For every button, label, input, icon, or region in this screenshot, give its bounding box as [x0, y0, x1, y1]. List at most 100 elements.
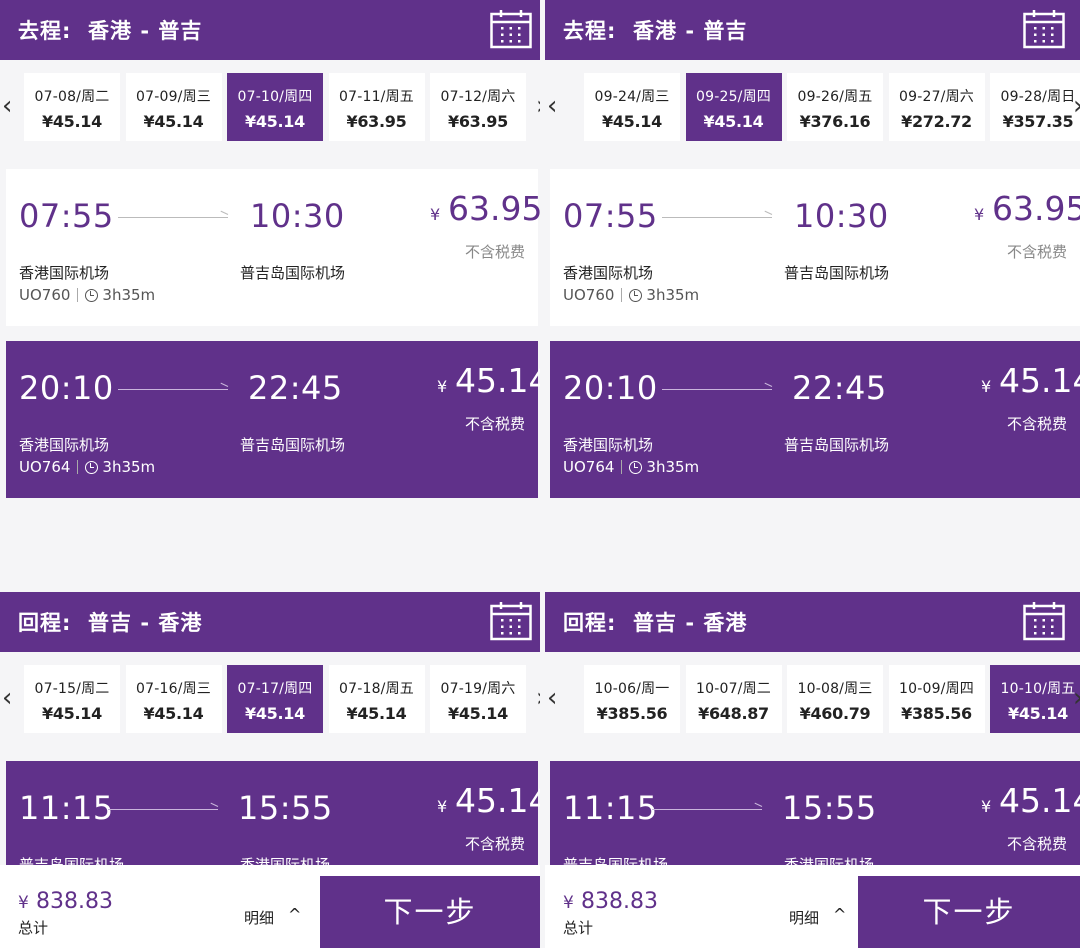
clock-icon	[629, 288, 643, 302]
calendar-icon[interactable]	[1023, 601, 1065, 641]
flight-number: UO764	[19, 458, 71, 476]
date-option[interactable]: 07-19/周六 ¥45.14	[430, 665, 526, 733]
date-option[interactable]: 10-10/周五 ¥45.14	[990, 665, 1080, 733]
date-option[interactable]: 10-07/周二 ¥648.87	[685, 665, 782, 733]
arrival-time: 22:45	[792, 369, 887, 407]
date-label: 07-12/周六	[440, 89, 516, 105]
chevron-right-icon[interactable]: ›	[536, 91, 540, 121]
date-option[interactable]: 07-17/周四 ¥45.14	[227, 665, 323, 733]
flight-card[interactable]: 20:10 22:45 ¥45.14 不含税费香港国际机场 普吉岛国际机场 UO764 3h…	[550, 341, 1080, 498]
calendar-icon[interactable]	[490, 9, 532, 49]
date-label: 09-26/周五	[797, 89, 873, 105]
date-option[interactable]: 10-09/周四 ¥385.56	[888, 665, 985, 733]
chevron-left-icon[interactable]: ‹	[547, 91, 563, 121]
details-toggle[interactable]: 明细	[789, 907, 819, 928]
flight-meta: UO760 3h35m	[563, 286, 699, 304]
outbound-header: 去程: 香港 - 普吉	[0, 0, 540, 60]
date-option[interactable]: 07-15/周二 ¥45.14	[24, 665, 120, 733]
arrival-airport: 普吉岛国际机场	[784, 436, 890, 454]
arrival-time: 10:30	[794, 197, 889, 235]
date-option[interactable]: 09-24/周三 ¥45.14	[584, 73, 680, 141]
date-option[interactable]: 07-16/周三 ¥45.14	[125, 665, 222, 733]
arrival-time: 15:55	[238, 789, 333, 827]
currency-symbol: ¥	[981, 797, 992, 816]
flight-card[interactable]: 07:55 10:30 ¥63.95 不含税费 香港国际机场 普吉岛国际机场 UO760 3h…	[6, 169, 540, 326]
chevron-right-icon[interactable]: ›	[1073, 683, 1080, 713]
date-option[interactable]: 09-26/周五 ¥376.16	[787, 73, 883, 141]
flight-arrow	[652, 809, 762, 810]
date-price: ¥385.56	[596, 704, 668, 723]
chevron-left-icon[interactable]: ‹	[2, 683, 18, 713]
date-option[interactable]: 09-28/周日 ¥357.35	[990, 73, 1080, 141]
arrival-time: 22:45	[248, 369, 343, 407]
flight-number: UO760	[563, 286, 615, 304]
chevron-right-icon[interactable]: ›	[1073, 91, 1080, 121]
tax-note: 不含税费	[465, 415, 526, 433]
departure-time: 20:10	[19, 369, 114, 407]
inbound-title: 回程: 普吉 - 香港	[18, 607, 202, 637]
outbound-title: 去程: 香港 - 普吉	[18, 15, 202, 45]
date-label: 09-24/周三	[594, 89, 670, 105]
inbound-title: 回程: 普吉 - 香港	[563, 607, 747, 637]
date-price: ¥45.14	[703, 112, 764, 131]
departure-time: 07:55	[563, 197, 658, 235]
date-price: ¥376.16	[799, 112, 871, 131]
inbound-header: 回程: 普吉 - 香港	[545, 592, 1080, 652]
arrival-airport: 普吉岛国际机场	[784, 264, 890, 282]
date-option[interactable]: 09-27/周六 ¥272.72	[888, 73, 985, 141]
departure-airport: 香港国际机场	[563, 436, 654, 454]
date-price: ¥63.95	[346, 112, 407, 131]
currency-symbol: ¥	[437, 797, 448, 816]
date-option[interactable]: 10-06/周一 ¥385.56	[584, 665, 680, 733]
chevron-up-icon[interactable]: ^	[833, 905, 846, 924]
date-option[interactable]: 07-09/周三 ¥45.14	[125, 73, 222, 141]
date-option[interactable]: 07-18/周五 ¥45.14	[328, 665, 425, 733]
clock-icon	[85, 460, 99, 474]
next-step-button[interactable]: 下一步	[858, 876, 1080, 948]
calendar-icon[interactable]	[1023, 9, 1065, 49]
date-label: 07-09/周三	[136, 89, 211, 105]
date-label: 07-08/周二	[34, 89, 110, 105]
flight-meta: UO764 3h35m	[19, 458, 155, 476]
outbound-title: 去程: 香港 - 普吉	[563, 15, 747, 45]
details-toggle[interactable]: 明细	[244, 907, 274, 928]
next-step-button[interactable]: 下一步	[320, 876, 540, 948]
date-price: ¥45.14	[245, 112, 305, 131]
date-option[interactable]: 07-12/周六 ¥63.95	[430, 73, 526, 141]
date-option[interactable]: 07-11/周五 ¥63.95	[328, 73, 425, 141]
flight-price: 63.95	[448, 189, 540, 228]
total-price: 838.83	[36, 889, 113, 914]
chevron-left-icon[interactable]: ‹	[547, 683, 563, 713]
date-label: 07-11/周五	[339, 89, 414, 105]
flight-price: 45.14	[455, 781, 540, 820]
clock-icon	[629, 460, 643, 474]
flight-meta: UO764 3h35m	[563, 458, 699, 476]
currency-symbol: ¥	[430, 205, 441, 224]
arrival-airport: 普吉岛国际机场	[240, 436, 346, 454]
date-option[interactable]: 07-10/周四 ¥45.14	[227, 73, 323, 141]
chevron-left-icon[interactable]: ‹	[2, 91, 18, 121]
date-label: 10-09/周四	[899, 681, 974, 697]
date-label: 07-15/周二	[34, 681, 110, 697]
chevron-up-icon[interactable]: ^	[288, 905, 301, 924]
inbound-label: 回程:	[563, 611, 617, 635]
date-label: 10-10/周五	[1000, 681, 1076, 697]
departure-time: 11:15	[563, 789, 658, 827]
date-option[interactable]: 10-08/周三 ¥460.79	[787, 665, 883, 733]
flight-card[interactable]: 20:10 22:45 ¥45.14 不含税费香港国际机场 普吉岛国际机场 UO764 3h…	[6, 341, 540, 498]
currency-symbol: ¥	[974, 205, 985, 224]
outbound-route: 香港 - 普吉	[88, 19, 203, 43]
chevron-right-icon[interactable]: ›	[536, 683, 540, 713]
date-option[interactable]: 07-08/周二 ¥45.14	[24, 73, 120, 141]
tax-note: 不含税费	[465, 835, 526, 853]
inbound-route: 普吉 - 香港	[633, 611, 748, 635]
divider	[77, 460, 79, 474]
flight-card[interactable]: 07:55 10:30 ¥63.95 不含税费 香港国际机场 普吉岛国际机场 UO760 3h…	[550, 169, 1080, 326]
date-label: 07-18/周五	[339, 681, 414, 697]
date-price: ¥45.14	[42, 704, 102, 723]
date-price: ¥272.72	[901, 112, 972, 131]
date-option[interactable]: 09-25/周四 ¥45.14	[685, 73, 782, 141]
inbound-route: 普吉 - 香港	[88, 611, 203, 635]
date-price: ¥45.14	[42, 112, 102, 131]
calendar-icon[interactable]	[490, 601, 532, 641]
